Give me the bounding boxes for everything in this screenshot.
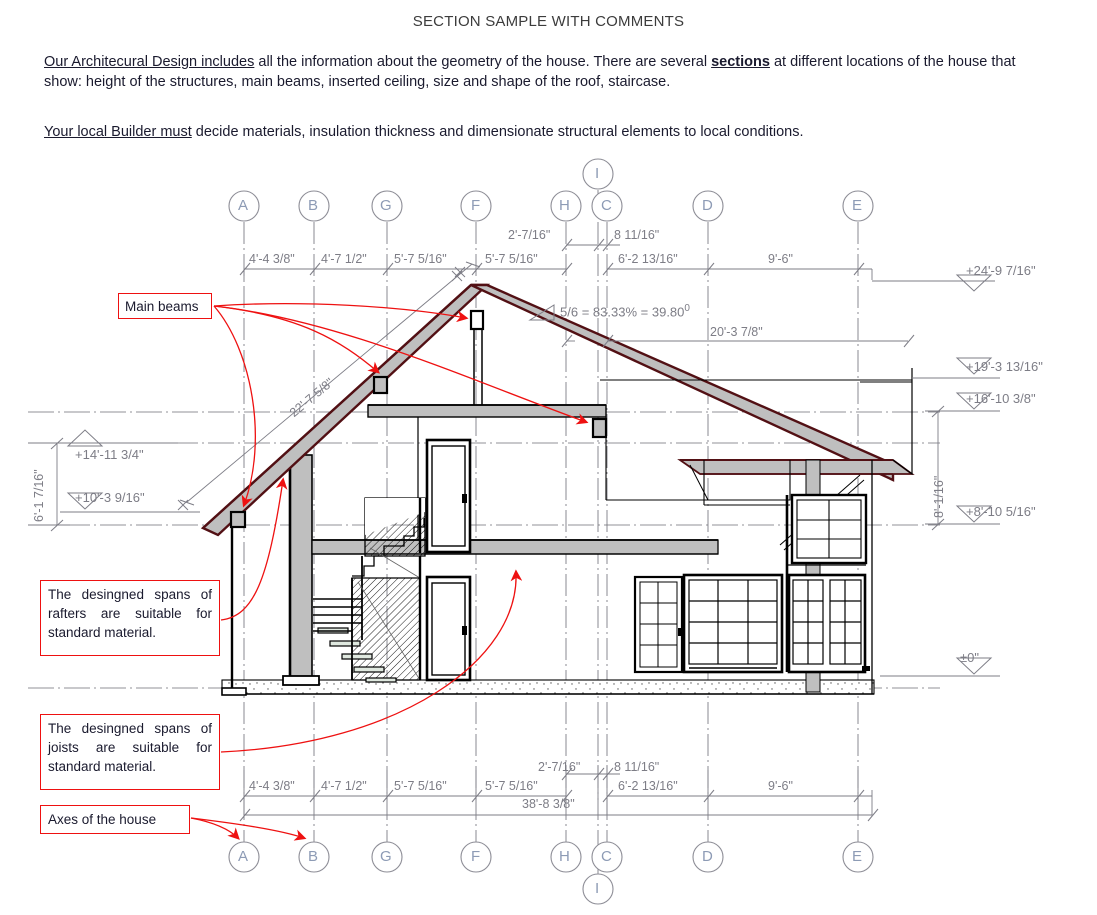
axis-label-top-e: E bbox=[852, 197, 863, 214]
dim-bottom-h-c-small: 2'-7/16" bbox=[538, 760, 581, 774]
dim-left-vertical: 6'-1 7/16" bbox=[32, 469, 46, 522]
slope-ratio: 5/6 bbox=[560, 304, 579, 320]
roof-slope-annotation: 5/6 = 83.33% = 39.800 bbox=[560, 303, 690, 319]
dim-top-b-g: 4'-7 1/2" bbox=[321, 252, 367, 266]
dim-top-g-f: 5'-7 5/16" bbox=[394, 252, 447, 266]
leader-to-ridge-beam bbox=[213, 303, 469, 323]
right-vertical-dimension bbox=[880, 377, 1000, 677]
axis-label-bottom-b: B bbox=[308, 848, 319, 865]
dim-top-c-d: 6'-2 13/16" bbox=[618, 252, 678, 266]
right-room-outline bbox=[600, 379, 912, 506]
slope-degrees: 39.80 bbox=[651, 304, 685, 320]
door-lower bbox=[425, 575, 472, 682]
attic-collar-tie bbox=[367, 404, 607, 418]
leader-to-left-eave-beam bbox=[213, 305, 256, 508]
window-center-large bbox=[682, 573, 784, 674]
dim-bottom-a-b: 4'-4 3/8" bbox=[249, 779, 295, 793]
ridge-beam-block bbox=[469, 309, 485, 331]
left-eave-post bbox=[221, 516, 247, 696]
axis-label-top-a: A bbox=[238, 197, 249, 214]
left-eave-beam-block bbox=[229, 510, 247, 529]
leader-to-left-collar bbox=[213, 305, 380, 374]
dim-top-h-c-small: 2'-7/16" bbox=[508, 228, 551, 242]
dim-top-f-h: 5'-7 5/16" bbox=[485, 252, 538, 266]
callout-rafter-spans[interactable]: The desingned spans of rafters are suita… bbox=[40, 580, 220, 656]
axis-label-bottom-f: F bbox=[471, 848, 481, 865]
elev-label-24: +24'-9 7/16" bbox=[966, 263, 1036, 278]
axis-label-top-b: B bbox=[308, 197, 319, 214]
axis-circles-top bbox=[228, 158, 874, 222]
window-left-casement bbox=[633, 575, 684, 674]
axis-label-top-i: I bbox=[595, 165, 600, 182]
elev-label-14: +14'-11 3/4" bbox=[75, 447, 144, 462]
axis-label-top-g: G bbox=[380, 197, 392, 214]
elev-label-16: +16'-10 3/8" bbox=[966, 391, 1036, 406]
axis-label-bottom-g: G bbox=[380, 848, 392, 865]
dim-bottom-c-small: 8 11/16" bbox=[614, 760, 660, 774]
elev-marker-14-up bbox=[66, 429, 104, 447]
dim-bottom-c-d: 6'-2 13/16" bbox=[618, 779, 678, 793]
axis-label-bottom-d: D bbox=[702, 848, 713, 865]
slope-degree-symbol: 0 bbox=[684, 303, 690, 314]
axis-label-top-d: D bbox=[702, 197, 713, 214]
elev-label-0: ±0" bbox=[960, 650, 979, 665]
axis-label-bottom-e: E bbox=[852, 848, 863, 865]
window-right-pair bbox=[787, 573, 870, 674]
annotation-leaders bbox=[190, 303, 589, 841]
elev-label-19: +19'-3 13/16" bbox=[966, 359, 1043, 374]
axis-label-top-c: C bbox=[601, 197, 612, 214]
dim-ridge-span: 20'-3 7/8" bbox=[710, 325, 763, 339]
elev-label-8: +8'-10 5/16" bbox=[966, 504, 1036, 519]
king-post bbox=[473, 329, 483, 406]
slope-eq-2: = bbox=[640, 304, 649, 320]
dim-bottom-f-h: 5'-7 5/16" bbox=[485, 779, 538, 793]
dim-top-c-small: 8 11/16" bbox=[614, 228, 660, 242]
right-collar-beam-block bbox=[591, 417, 608, 439]
axis-circles-bottom bbox=[228, 841, 874, 905]
axis-label-bottom-a: A bbox=[238, 848, 249, 865]
dim-overall-width: 38'-8 3/8" bbox=[522, 797, 575, 811]
dim-top-a-b: 4'-4 3/8" bbox=[249, 252, 295, 266]
slope-eq-1: = bbox=[581, 304, 590, 320]
axis-label-top-h: H bbox=[559, 197, 570, 214]
elev-label-10: +10'-3 9/16" bbox=[75, 490, 145, 505]
slope-percent: 83.33% bbox=[592, 304, 638, 320]
dim-right-vertical: 8'-1/16" bbox=[932, 475, 946, 518]
dim-bottom-d-e: 9'-6" bbox=[768, 779, 793, 793]
left-collar-beam-block bbox=[372, 375, 389, 395]
axis-label-bottom-h: H bbox=[559, 848, 570, 865]
staircase bbox=[313, 497, 426, 683]
door-upper bbox=[425, 438, 472, 554]
leader-axis-b bbox=[190, 817, 307, 841]
dim-bottom-g-f: 5'-7 5/16" bbox=[394, 779, 447, 793]
dim-bottom-b-g: 4'-7 1/2" bbox=[321, 779, 367, 793]
callout-main-beams[interactable]: Main beams bbox=[118, 293, 212, 319]
axis-label-bottom-i: I bbox=[595, 880, 600, 897]
dim-top-d-e: 9'-6" bbox=[768, 252, 793, 266]
axis-label-bottom-c: C bbox=[601, 848, 612, 865]
callout-joist-spans[interactable]: The desingned spans of joists are suitab… bbox=[40, 714, 220, 790]
drawing-sheet: SECTION SAMPLE WITH COMMENTS Our Archite… bbox=[0, 0, 1097, 915]
axis-label-top-f: F bbox=[471, 197, 481, 214]
callout-axes-of-house[interactable]: Axes of the house bbox=[40, 805, 190, 834]
